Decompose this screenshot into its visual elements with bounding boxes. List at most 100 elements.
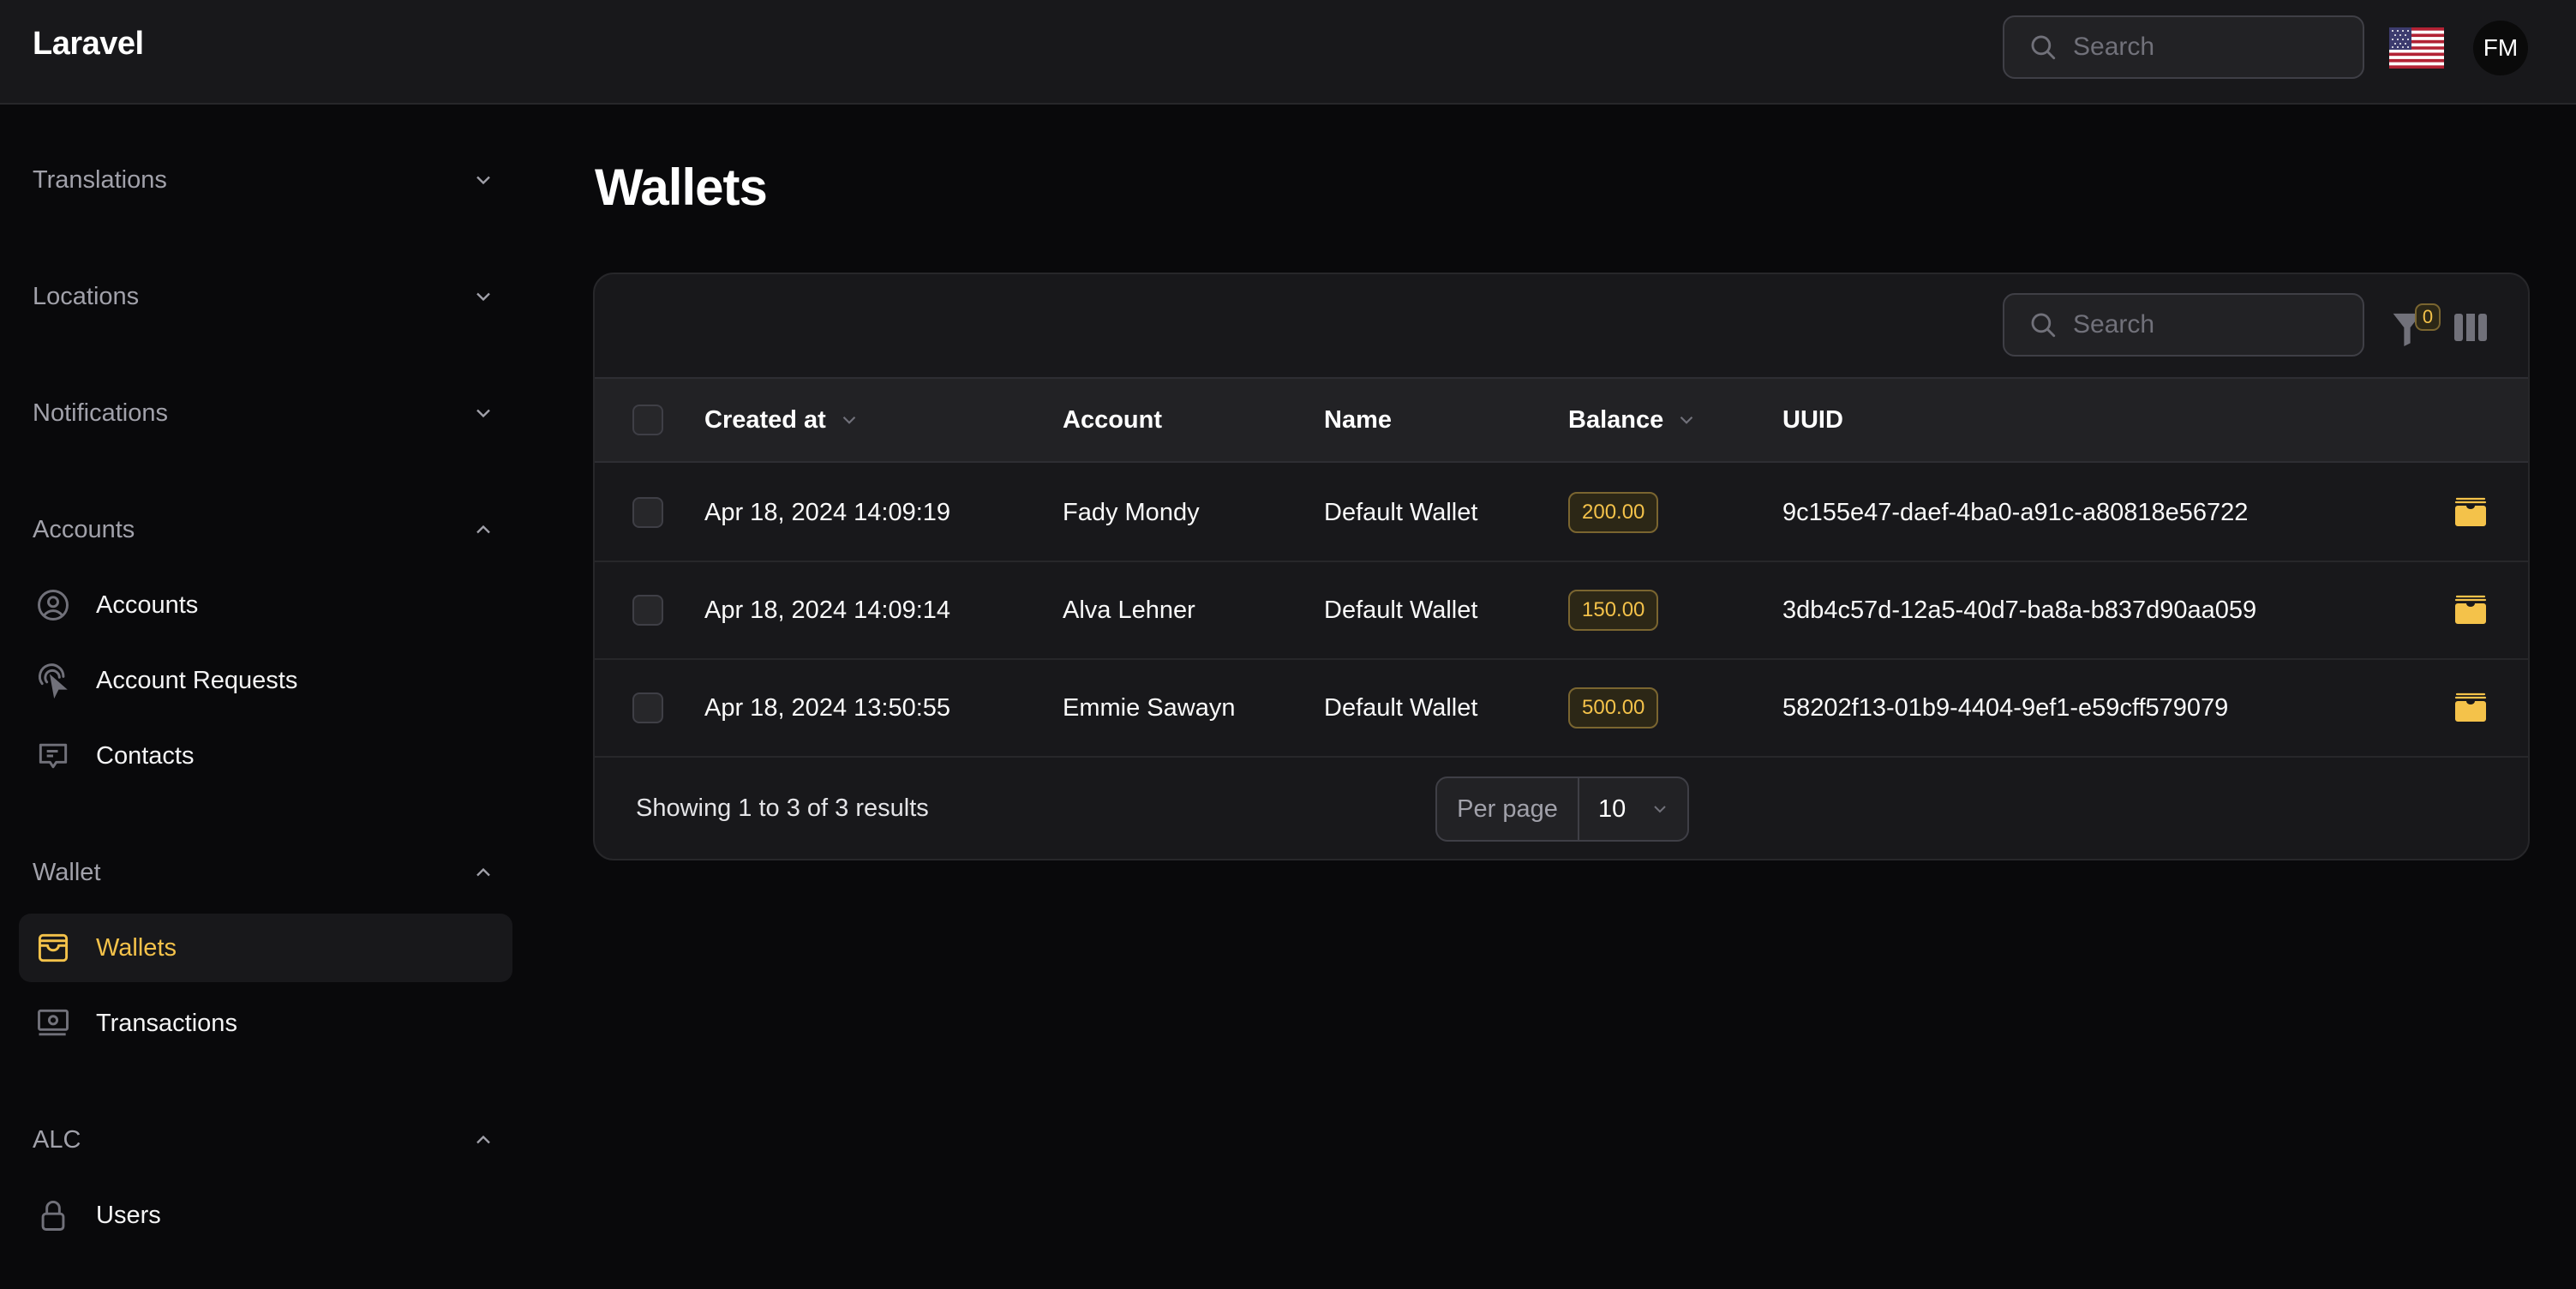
per-page-dropdown[interactable]: 10 (1579, 795, 1687, 824)
us-flag-icon[interactable] (2389, 27, 2444, 69)
sidebar-item-label: Contacts (96, 741, 195, 770)
cell-uuid: 9c155e47-daef-4ba0-a91c-a80818e56722 (1782, 498, 2249, 526)
results-summary: Showing 1 to 3 of 3 results (636, 794, 929, 822)
sidebar-group-label: Accounts (33, 515, 135, 543)
user-avatar[interactable]: FM (2473, 21, 2528, 75)
toggle-columns-button[interactable] (2454, 314, 2487, 341)
sidebar-group-alc[interactable]: ALC (33, 1118, 495, 1161)
lock-icon (41, 1201, 65, 1231)
sidebar-group-label: Locations (33, 282, 140, 310)
cell-balance: 150.00 (1568, 562, 1659, 658)
cell-account: Alva Lehner (1063, 596, 1195, 624)
column-header-label: Account (1063, 405, 1162, 434)
view-wallet-button[interactable] (2454, 595, 2487, 626)
wallet-solid-icon (2454, 497, 2487, 526)
user-circle-icon (38, 590, 69, 621)
column-header-balance[interactable]: Balance (1568, 379, 1698, 461)
sidebar-group-locations[interactable]: Locations (33, 275, 495, 318)
column-header-label: Name (1324, 405, 1392, 434)
cell-uuid: 3db4c57d-12a5-40d7-ba8a-b837d90aa059 (1782, 596, 2257, 624)
column-header-created-at[interactable]: Created at (704, 379, 860, 461)
row-checkbox[interactable] (632, 595, 663, 626)
search-icon (2031, 313, 2056, 338)
table-search[interactable] (2003, 293, 2364, 357)
per-page-label: Per page (1437, 778, 1579, 840)
top-navbar: Laravel FM (0, 0, 2576, 105)
view-wallet-button[interactable] (2454, 497, 2487, 528)
wallets-table-card: 0 Created at Account Name Balance UUID (593, 273, 2530, 860)
sidebar-group-translations[interactable]: Translations (33, 159, 495, 201)
chevron-down-icon (476, 292, 490, 302)
cursor-click-icon (38, 663, 68, 699)
sidebar-item-label: Accounts (96, 591, 199, 619)
chevron-down-icon (1654, 806, 1666, 813)
cell-uuid: 58202f13-01b9-4404-9ef1-e59cff579079 (1782, 693, 2229, 722)
brand-logo[interactable]: Laravel (33, 26, 144, 63)
balance-badge: 200.00 (1568, 492, 1659, 533)
cell-account: Emmie Sawayn (1063, 693, 1236, 722)
per-page-select[interactable]: Per page 10 (1435, 776, 1689, 842)
chevron-up-icon (476, 1135, 490, 1144)
table-row[interactable]: Apr 18, 2024 13:50:55 Emmie Sawayn Defau… (595, 660, 2528, 758)
column-header-label: Balance (1568, 405, 1664, 434)
balance-badge: 500.00 (1568, 687, 1659, 728)
column-header-label: UUID (1782, 405, 1843, 434)
sidebar: Translations Locations Notifications Acc… (0, 105, 531, 1289)
table-row[interactable]: Apr 18, 2024 14:09:14 Alva Lehner Defaul… (595, 562, 2528, 660)
view-columns-icon (2454, 314, 2487, 341)
column-header-uuid: UUID (1782, 379, 1843, 461)
sidebar-group-notifications[interactable]: Notifications (33, 392, 495, 435)
sidebar-item-label: Wallets (96, 933, 177, 962)
sidebar-item-label: Users (96, 1201, 161, 1229)
sidebar-item-contacts[interactable]: Contacts (19, 722, 512, 790)
filter-button[interactable]: 0 (2391, 300, 2442, 351)
wallet-icon (38, 933, 69, 962)
page-title: Wallets (595, 159, 768, 216)
sidebar-item-accounts[interactable]: Accounts (19, 571, 512, 639)
sidebar-group-label: Wallet (33, 858, 101, 886)
cell-name: Default Wallet (1324, 596, 1478, 624)
chevron-down-icon (476, 176, 490, 185)
cell-balance: 200.00 (1568, 465, 1659, 561)
sidebar-item-wallets[interactable]: Wallets (19, 914, 512, 982)
search-icon (2031, 35, 2056, 60)
per-page-value: 10 (1598, 794, 1626, 823)
table-search-input[interactable] (2073, 310, 2347, 339)
sidebar-item-label: Transactions (96, 1009, 237, 1037)
table-toolbar: 0 (595, 274, 2528, 377)
wallet-solid-icon (2454, 595, 2487, 624)
sidebar-item-users[interactable]: Users (19, 1181, 512, 1250)
table-row[interactable]: Apr 18, 2024 14:09:19 Fady Mondy Default… (595, 465, 2528, 562)
cell-created-at: Apr 18, 2024 14:09:14 (704, 596, 951, 624)
view-wallet-button[interactable] (2454, 692, 2487, 723)
sidebar-group-accounts[interactable]: Accounts (33, 508, 495, 551)
table-footer: Showing 1 to 3 of 3 results Per page 10 (595, 758, 2528, 859)
sidebar-group-wallet[interactable]: Wallet (33, 851, 495, 894)
balance-badge: 150.00 (1568, 590, 1659, 631)
sidebar-item-transactions[interactable]: Transactions (19, 989, 512, 1058)
sidebar-group-label: ALC (33, 1125, 81, 1154)
wallet-solid-icon (2454, 692, 2487, 722)
global-search-input[interactable] (2073, 33, 2347, 62)
cell-name: Default Wallet (1324, 693, 1478, 722)
cell-balance: 500.00 (1568, 660, 1659, 756)
sidebar-item-account-requests[interactable]: Account Requests (19, 646, 512, 715)
sidebar-group-label: Notifications (33, 399, 168, 427)
chevron-up-icon (476, 867, 490, 877)
sidebar-item-label: Account Requests (96, 666, 298, 694)
cell-created-at: Apr 18, 2024 14:09:19 (704, 498, 951, 526)
sort-chevron-down-icon (842, 416, 856, 424)
global-search[interactable] (2003, 15, 2364, 79)
select-all-checkbox[interactable] (632, 405, 663, 435)
chevron-down-icon (476, 409, 490, 418)
column-header-label: Created at (704, 405, 826, 434)
banknotes-icon (38, 1009, 69, 1036)
sidebar-group-label: Translations (33, 165, 167, 194)
row-checkbox[interactable] (632, 497, 663, 528)
column-header-account: Account (1063, 379, 1162, 461)
chevron-up-icon (476, 525, 490, 534)
row-checkbox[interactable] (632, 692, 663, 723)
chat-bubble-icon (39, 743, 68, 769)
cell-name: Default Wallet (1324, 498, 1478, 526)
column-header-name: Name (1324, 379, 1392, 461)
